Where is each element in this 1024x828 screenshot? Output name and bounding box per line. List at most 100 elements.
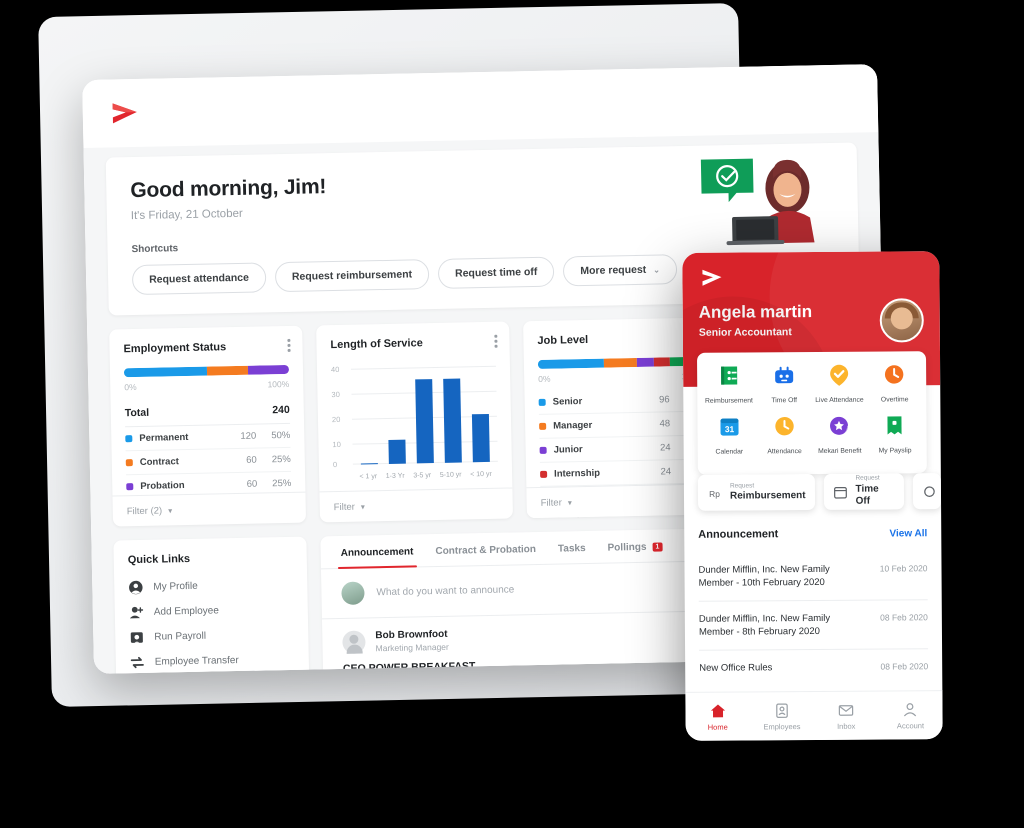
quick-link-add-employee[interactable]: Add Employee [129,597,294,625]
app-my-payslip[interactable]: My Payslip [867,413,923,455]
widget-menu-icon[interactable] [494,334,498,350]
request-time-off-card[interactable]: Request Time Off [823,473,905,510]
request-card-partial[interactable] [912,473,942,510]
chart-bars [353,362,496,465]
filter-label: Filter [333,501,355,513]
chevron-down-icon: ▾ [567,497,572,507]
announcement-text: New Office Rules [699,662,773,675]
tab-pollings[interactable]: Pollings 1 [607,541,663,562]
widget-menu-icon[interactable] [287,338,291,354]
nav-item-employees[interactable]: Employees [750,692,815,740]
nav-item-inbox[interactable]: Inbox [814,692,879,740]
y-tick: 30 [331,389,340,400]
legend-label: Junior [553,444,583,456]
x-tick: 3-5 yr [413,472,432,480]
segment-permanent [123,366,207,378]
bar-lt-1-yr [360,463,378,465]
quick-link-employee-transfer[interactable]: Employee Transfer [130,647,295,674]
y-tick: 20 [331,414,341,425]
chip-label: Request time off [454,265,538,280]
total-label: Total [124,406,150,420]
quick-link-my-profile[interactable]: My Profile [128,572,293,600]
avatar [341,581,365,605]
svg-text:Rp: Rp [709,488,720,498]
quick-link-run-payroll[interactable]: Run Payroll [129,622,294,650]
chart-x-labels: < 1 yr 1-3 Yr 3-5 yr 5-10 yr < 10 yr [355,471,496,481]
chevron-down-icon: ▾ [360,501,365,512]
legend-percent: 50% [271,429,291,442]
tab-label: Pollings [607,541,647,554]
legend-color-dot [539,422,547,430]
view-all-link[interactable]: View All [889,528,927,539]
request-reimbursement-card[interactable]: Rp Request Reimbursement [697,473,815,511]
legend-percent: 25% [272,477,292,490]
attendance-clock-icon [775,416,794,436]
scale-min: 0% [538,373,551,384]
legend-row: Permanent 120 50% [125,423,291,452]
tab-contract-probation[interactable]: Contract & Probation [435,544,536,566]
segment-probation [247,364,290,375]
widget-filter-employment[interactable]: Filter (2) ▾ [112,491,307,527]
legend-label: Probation [140,480,185,492]
mockup-stage: Good morning, Jim! It's Friday, 21 Octob… [0,0,1024,828]
widget-length-of-service: Length of Service 40 30 20 10 0 < 1 yr 1… [316,321,514,523]
app-label: Attendance [767,448,802,456]
list-item[interactable]: Dunder Mifflin, Inc. New Family Member -… [698,551,928,603]
nav-item-account[interactable]: Account [878,691,943,739]
bar-gt-10-yr [472,413,491,463]
legend-percent: 25% [271,453,291,466]
live-attendance-icon [830,364,849,386]
nav-label: Employees [763,721,801,731]
phone-bottom-nav: Home Employees Inbox Account [685,690,943,741]
avatar[interactable] [879,298,924,343]
svg-text:31: 31 [724,424,734,434]
app-label: Calendar [715,448,744,456]
nav-item-home[interactable]: Home [685,692,750,740]
app-mekari-benefit[interactable]: Mekari Benefit [812,414,868,455]
legend-row: Senior 96 40% [538,387,704,415]
account-person-icon [904,702,917,716]
phone-user-name: Angela martin [698,301,813,322]
list-item[interactable]: New Office Rules 08 Feb 2020 [699,650,928,687]
tab-announcement[interactable]: Announcement [341,546,414,567]
app-time-off[interactable]: Time Off [756,363,812,404]
shortcut-request-time-off[interactable]: Request time off [437,256,555,289]
announcement-date: 08 Feb 2020 [880,612,928,623]
legend-count: 96 [658,394,670,406]
y-tick: 10 [332,439,341,450]
shortcut-request-reimbursement[interactable]: Request reimbursement [274,259,430,293]
shortcut-request-attendance[interactable]: Request attendance [131,262,267,296]
legend-count: 24 [659,442,671,454]
scale-min: 0% [124,382,137,393]
segment-contract [206,365,248,376]
widget-title: Length of Service [330,337,423,352]
quick-link-label: Run Payroll [154,630,207,643]
legend-row: Internship 24 10% [539,459,706,487]
rupiah-icon: Rp [709,488,720,498]
mekari-chevron-logo-icon [702,269,722,286]
composer-placeholder: What do you want to announce [376,584,515,599]
app-live-attendance[interactable]: Live Attendance [812,363,868,404]
list-item[interactable]: Dunder Mifflin, Inc. New Family Member -… [698,600,929,652]
app-overtime[interactable]: Overtime [867,362,923,404]
legend-label: Internship [554,467,601,480]
announcement-date: 08 Feb 2020 [880,661,929,672]
shortcut-more-request[interactable]: More request ⌄ [563,254,678,287]
tab-tasks[interactable]: Tasks [558,543,586,564]
widget-filter-length-of-service[interactable]: Filter ▾ [319,487,514,523]
app-attendance[interactable]: Attendance [757,414,813,455]
legend-row: Manager 48 20% [538,411,705,439]
legend-count: 24 [660,466,672,478]
welcome-illustration [688,146,841,246]
widget-employment-status: Employment Status 0% 100% Total 240 Perm… [109,325,307,527]
mekari-chevron-logo-icon [112,103,137,124]
app-reimbursement[interactable]: Reimbursement [701,363,757,405]
request-card-top-label: Request [855,474,880,483]
nav-label: Account [896,720,925,730]
app-shortcut-grid: Reimbursement Time Off Live Attendance O… [696,351,927,475]
app-calendar[interactable]: 31 Calendar [701,414,757,456]
chip-label: Request reimbursement [291,268,413,283]
filter-label: Filter [540,496,562,509]
legend-count: 120 [240,430,257,442]
segment-internship [653,357,670,367]
